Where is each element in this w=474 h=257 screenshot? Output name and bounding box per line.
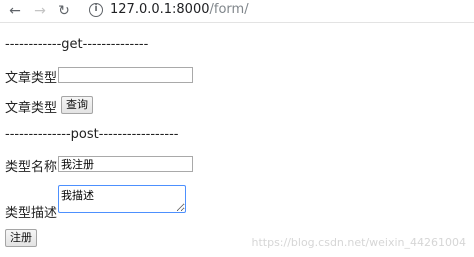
address-bar[interactable]: 127.0.0.1:8000/form/ (110, 2, 249, 18)
type-description-textarea[interactable]: 我描述 (58, 185, 186, 213)
register-button[interactable]: 注册 (5, 229, 37, 247)
query-button[interactable]: 查询 (61, 96, 93, 114)
reload-icon[interactable]: ↻ (56, 3, 72, 19)
back-arrow-icon[interactable]: ← (7, 3, 23, 19)
type-name-input[interactable] (58, 156, 193, 172)
post-divider: --------------post----------------- (5, 127, 179, 142)
article-type-input[interactable] (58, 67, 193, 83)
url-host: 127.0.0.1:8000 (110, 2, 210, 17)
browser-toolbar: ← → ↻ i 127.0.0.1:8000/form/ (0, 0, 474, 23)
site-info-icon[interactable]: i (89, 3, 103, 17)
type-description-label: 类型描述 (5, 206, 58, 221)
article-type-label: 文章类型 (5, 71, 58, 86)
url-path: /form/ (209, 2, 249, 17)
query-type-label: 文章类型 (5, 101, 58, 116)
type-name-label: 类型名称 (5, 160, 58, 175)
watermark-text: https://blog.csdn.net/weixin_44261004 (251, 236, 466, 249)
forward-arrow-icon[interactable]: → (32, 3, 48, 19)
get-divider: ------------get-------------- (5, 37, 149, 52)
